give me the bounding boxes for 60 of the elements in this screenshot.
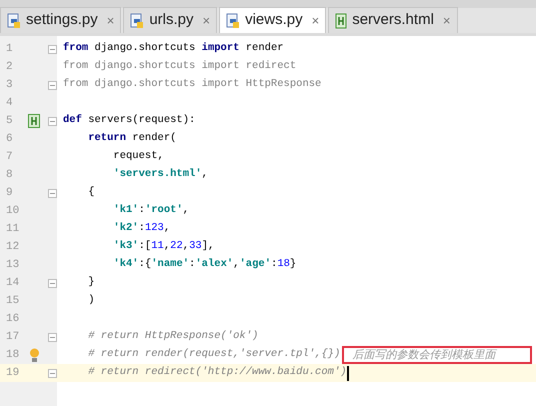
lightbulb-icon[interactable] [28,348,40,362]
file-tab[interactable]: views.py × [219,7,326,33]
code-line: # return HttpResponse('ok') [87,329,258,344]
line-number: 9 [5,186,14,201]
line-number: 11 [5,222,20,237]
line-number: 8 [5,168,14,183]
text-cursor [346,366,349,380]
line-number: 16 [5,312,20,327]
annotation-note: 后面写的参数会传到模板里面 [342,346,532,364]
file-tab[interactable]: urls.py × [123,7,218,33]
fold-marker-icon[interactable] [48,80,57,90]
line-number: 15 [5,294,20,309]
fold-marker-icon[interactable] [48,116,57,126]
fold-marker-icon[interactable] [48,332,57,342]
line-number: 10 [5,204,20,219]
line-number: 18 [5,348,20,363]
fold-marker-icon[interactable] [48,44,57,54]
tab-label: servers.html [352,10,434,30]
code-line: 'k1':'root', [112,203,190,218]
line-number: 12 [5,240,20,255]
line-number: 19 [5,366,20,381]
fold-marker-icon[interactable] [48,368,57,378]
html-file-icon [335,12,348,28]
python-file-icon [7,12,21,28]
python-file-icon [226,12,240,28]
code-line: from django.shortcuts import redirect [63,59,296,74]
html-file-icon [28,114,40,128]
code-line: 'k3':[11,22,33], [112,239,214,254]
tab-label: views.py [245,10,303,30]
line-number: 13 [5,258,20,273]
code-line: 'k2':123, [112,221,170,236]
code-line: # return redirect('http://www.baidu.com') [87,365,347,380]
line-number: 14 [5,276,20,291]
code-line: 'servers.html', [112,167,208,182]
file-tab[interactable]: settings.py × [0,7,122,33]
code-line: return render( [87,131,176,146]
code-line: } [87,275,95,290]
line-number: 1 [5,42,14,57]
code-line: { [87,185,95,200]
close-icon[interactable]: × [312,10,320,30]
line-number: 5 [5,114,14,129]
code-line: from django.shortcuts import render [63,41,284,56]
line-number: 2 [5,60,14,75]
file-tab[interactable]: servers.html × [328,7,458,33]
code-line: 'k4':{'name':'alex','age':18} [112,257,296,272]
code-line: from django.shortcuts import HttpResponse [63,77,322,92]
line-number: 3 [5,78,14,93]
line-number: 7 [5,150,14,165]
tab-label: settings.py [26,10,98,30]
fold-marker-icon[interactable] [48,278,57,288]
code-line: request, [112,149,164,164]
code-line: # return render(request,'server.tpl',{}) [87,347,340,362]
line-number: 4 [5,96,14,111]
line-number: 6 [5,132,14,147]
code-line: def servers(request): [63,113,196,128]
code-line: ) [87,293,95,308]
tab-label: urls.py [149,10,194,30]
python-file-icon [130,12,144,28]
line-number: 17 [5,330,20,345]
fold-marker-icon[interactable] [48,188,57,198]
